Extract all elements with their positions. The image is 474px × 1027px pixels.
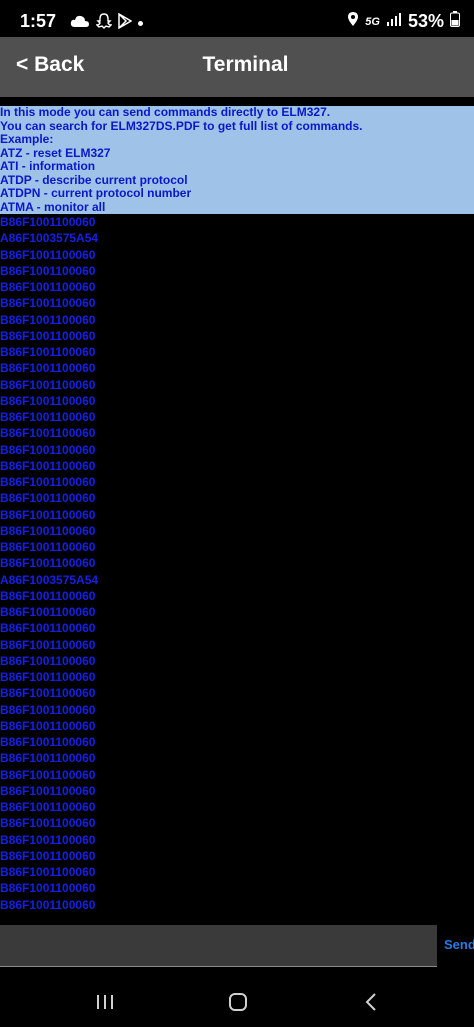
terminal-output[interactable]: In this mode you can send commands direc… xyxy=(0,106,474,918)
log-line: B86F1001100060 xyxy=(0,865,96,879)
log-line: B86F1001100060 xyxy=(0,751,96,766)
intro-line: ATDPN - current protocol number xyxy=(0,186,192,200)
battery-percent: 53% xyxy=(407,11,444,31)
recent-apps-button[interactable] xyxy=(90,989,120,1015)
log-line: B86F1001100060 xyxy=(0,410,96,424)
log-line: B86F1001100060 xyxy=(0,686,96,701)
log-line: B86F1001100060 xyxy=(0,735,96,749)
terminal-intro: In this mode you can send commands direc… xyxy=(0,106,474,214)
intro-line: In this mode you can send commands direc… xyxy=(0,106,331,119)
location-icon xyxy=(347,11,359,32)
command-input-row: Send xyxy=(0,923,474,969)
log-line: B86F1001100060 xyxy=(0,328,96,343)
log-line: B86F1001100060 xyxy=(0,702,96,717)
app-header: < Back Terminal xyxy=(0,37,474,97)
log-line: B86F1001100060 xyxy=(0,653,96,668)
log-line: B86F1001100060 xyxy=(0,263,96,278)
log-line: B86F1001100060 xyxy=(0,491,96,506)
log-line: B86F1001100060 xyxy=(0,621,96,636)
log-line: B86F1001100060 xyxy=(0,215,96,229)
log-line: B86F1001100060 xyxy=(0,670,96,684)
log-line: B86F1001100060 xyxy=(0,848,96,863)
log-line: B86F1001100060 xyxy=(0,783,96,798)
log-line: B86F1001100060 xyxy=(0,816,96,831)
log-line: B86F1001100060 xyxy=(0,361,96,376)
intro-line: ATI - information xyxy=(0,159,96,173)
log-line: B86F1001100060 xyxy=(0,426,96,441)
send-button[interactable]: Send xyxy=(444,937,474,952)
intro-line: ATDP - describe current protocol xyxy=(0,172,188,187)
log-line: B86F1001100060 xyxy=(0,881,96,896)
status-time: 1:57 xyxy=(20,11,57,31)
navigation-bar xyxy=(0,975,474,1027)
notification-icons xyxy=(70,12,143,34)
back-nav-button[interactable] xyxy=(356,989,386,1015)
log-line: B86F1001100060 xyxy=(0,458,96,473)
log-line: B86F1001100060 xyxy=(0,442,96,457)
intro-line: ATZ - reset ELM327 xyxy=(0,145,111,160)
log-line: B86F1001100060 xyxy=(0,556,96,571)
log-line: A86F1003575A54 xyxy=(0,231,99,246)
intro-line: ATMA - monitor all xyxy=(0,199,106,214)
signal-icon xyxy=(386,12,402,31)
log-line: B86F1001100060 xyxy=(0,247,96,262)
battery-icon xyxy=(450,11,460,32)
intro-line: You can search for ELM327DS.PDF to get f… xyxy=(0,118,363,133)
log-line: B86F1001100060 xyxy=(0,345,96,359)
play-store-icon xyxy=(118,12,133,34)
log-line: B86F1001100060 xyxy=(0,540,96,554)
log-line: B86F1001100060 xyxy=(0,588,96,603)
log-line: B86F1001100060 xyxy=(0,507,96,522)
log-line: B86F1001100060 xyxy=(0,280,96,294)
home-icon xyxy=(229,993,247,1011)
log-line: B86F1001100060 xyxy=(0,637,96,652)
log-line: B86F1001100060 xyxy=(0,767,96,782)
system-icons: 5G 53% xyxy=(347,11,460,32)
command-input[interactable] xyxy=(0,925,437,967)
log-line: B86F1001100060 xyxy=(0,296,96,311)
intro-line: Example: xyxy=(0,132,54,146)
back-arrow-icon xyxy=(365,993,376,1011)
log-line: B86F1001100060 xyxy=(0,800,96,814)
snapchat-icon xyxy=(95,13,113,34)
more-notifications-dot-icon xyxy=(138,21,143,26)
log-line: B86F1001100060 xyxy=(0,475,96,489)
network-type: 5G xyxy=(365,15,380,28)
page-title: Terminal xyxy=(202,53,289,76)
recent-apps-icon xyxy=(97,995,113,1009)
log-line: B86F1001100060 xyxy=(0,605,96,619)
log-line: B86F1001100060 xyxy=(0,312,96,327)
log-line: B86F1001100060 xyxy=(0,523,96,538)
log-line: B86F1001100060 xyxy=(0,377,96,392)
cloud-icon xyxy=(70,14,90,33)
log-line: A86F1003575A54 xyxy=(0,572,99,587)
log-line: B86F1001100060 xyxy=(0,718,96,733)
log-line: B86F1001100060 xyxy=(0,393,96,408)
log-line: B86F1001100060 xyxy=(0,897,96,912)
home-button[interactable] xyxy=(223,989,253,1015)
terminal-log: B86F1001100060 A86F1003575A54 B86F10011000… xyxy=(0,214,474,913)
log-line: B86F1001100060 xyxy=(0,832,96,847)
